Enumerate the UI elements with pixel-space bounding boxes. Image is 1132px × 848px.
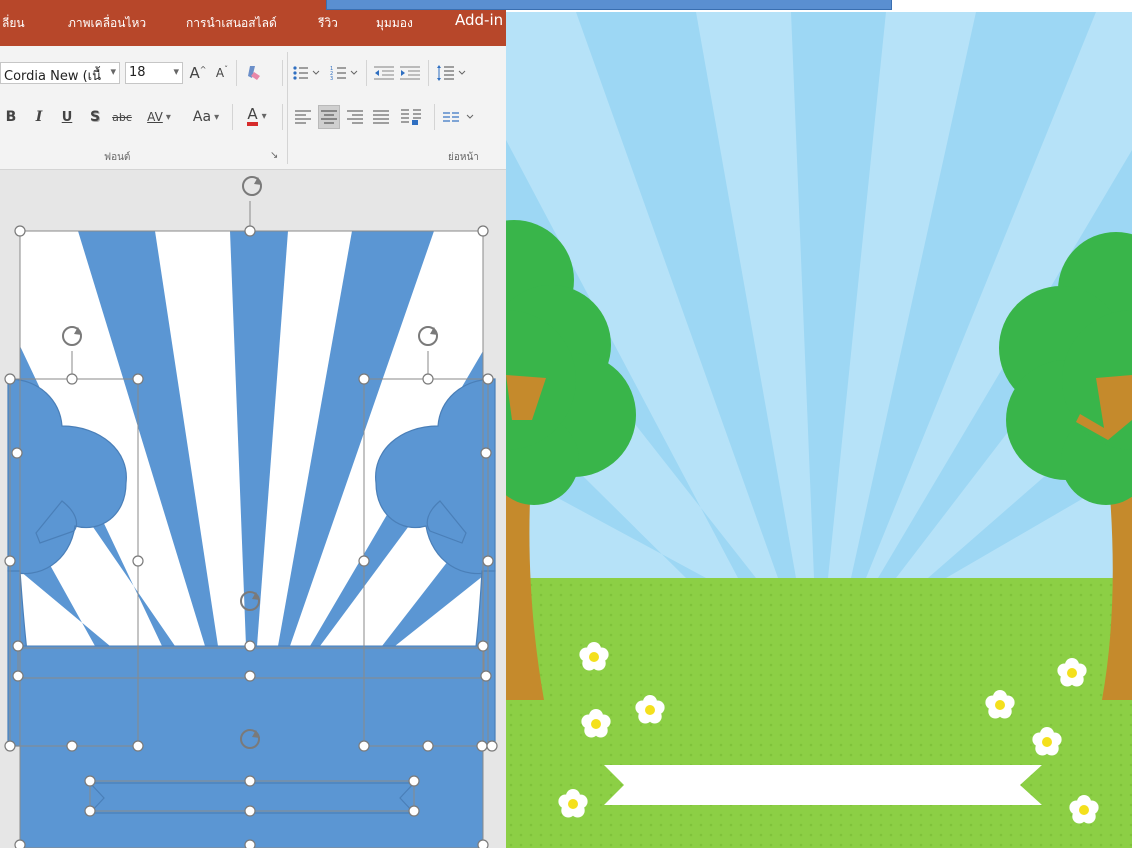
ribbon-separator <box>236 60 237 86</box>
font-group-label: ฟอนต์ <box>104 152 131 163</box>
text-direction-icon <box>443 112 474 122</box>
increase-indent-icon <box>400 66 420 80</box>
increase-indent-button[interactable] <box>398 61 422 85</box>
paragraph-group-label: ย่อหน้า <box>448 152 479 163</box>
shrink-font-button[interactable]: Aˇ <box>213 61 231 85</box>
slide-canvas[interactable] <box>0 171 506 848</box>
align-center-button[interactable] <box>318 105 340 129</box>
change-case-button[interactable]: Aa ▾ <box>184 105 228 129</box>
decrease-indent-icon <box>374 66 394 80</box>
top-selection-bar <box>326 0 892 10</box>
font-color-button[interactable]: A ▾ <box>238 104 276 128</box>
ribbon-separator <box>282 60 283 86</box>
chevron-down-icon: ▾ <box>173 65 179 78</box>
font-size-combo[interactable]: 18 ▾ <box>125 62 183 84</box>
line-spacing-icon <box>437 65 466 81</box>
group-separator <box>287 52 288 164</box>
text-direction-button[interactable] <box>440 105 480 129</box>
tab-review[interactable]: รีวิว <box>318 14 338 33</box>
underline-button[interactable]: U <box>58 105 76 129</box>
ribbon-separator <box>282 104 283 130</box>
finished-scene <box>506 0 1132 848</box>
font-size-value: 18 <box>129 65 146 80</box>
clear-formatting-button[interactable] <box>242 61 266 85</box>
powerpoint-editor: ลี่ยน ภาพเคลื่อนไหว การนำเสนอสไลด์ รีวิว… <box>0 0 506 848</box>
grow-font-button[interactable]: A ^ <box>188 61 208 85</box>
align-left-icon <box>295 110 311 124</box>
chevron-down-icon: ▾ <box>110 65 116 78</box>
slide-shapes <box>0 171 506 848</box>
align-center-icon <box>321 110 337 124</box>
caret-down-icon: ˇ <box>224 64 229 74</box>
font-name-combo[interactable]: Cordia New (เนื้ ▾ <box>0 62 120 84</box>
ribbon-separator <box>428 60 429 86</box>
decrease-indent-button[interactable] <box>372 61 396 85</box>
columns-icon <box>401 109 421 125</box>
tab-view[interactable]: มุมมอง <box>376 14 413 33</box>
tab-animations[interactable]: ภาพเคลื่อนไหว <box>68 14 146 33</box>
caret-up-icon: ^ <box>199 64 207 74</box>
banner <box>604 765 1042 805</box>
chevron-down-icon: ▾ <box>261 110 267 122</box>
columns-button[interactable] <box>396 105 426 129</box>
shadow-button[interactable]: S <box>86 105 104 129</box>
strikethrough-button[interactable]: abc <box>108 105 136 129</box>
align-right-button[interactable] <box>344 105 366 129</box>
line-spacing-button[interactable] <box>434 61 470 85</box>
change-case-label: Aa <box>192 109 212 125</box>
svg-text:3: 3 <box>330 76 333 81</box>
chevron-down-icon: ▾ <box>165 111 171 123</box>
ribbon-separator <box>434 104 435 130</box>
scene-illustration <box>506 0 1132 848</box>
font-color-label: A <box>247 106 258 126</box>
italic-button[interactable]: I <box>30 105 48 129</box>
align-left-button[interactable] <box>292 105 314 129</box>
character-spacing-label: AV <box>147 110 163 124</box>
align-right-icon <box>347 110 363 124</box>
character-spacing-button[interactable]: AV ▾ <box>140 105 178 129</box>
clear-formatting-icon <box>248 66 260 80</box>
justify-button[interactable] <box>370 105 392 129</box>
bullets-button[interactable] <box>290 61 324 85</box>
tab-add-in[interactable]: Add-in <box>455 11 503 29</box>
chevron-down-icon: ▾ <box>214 111 220 123</box>
justify-icon <box>373 110 389 124</box>
bold-button[interactable]: B <box>2 105 20 129</box>
tab-slide-show[interactable]: การนำเสนอสไลด์ <box>186 14 277 33</box>
screenshot-root: ลี่ยน ภาพเคลื่อนไหว การนำเสนอสไลด์ รีวิว… <box>0 0 1132 848</box>
ribbon-separator <box>366 60 367 86</box>
ribbon-separator <box>232 104 233 130</box>
font-dialog-launcher[interactable]: ↘ <box>270 150 278 161</box>
numbering-icon: 123 <box>330 66 358 81</box>
tab-transitions[interactable]: ลี่ยน <box>2 14 25 33</box>
bullets-icon <box>293 66 320 80</box>
font-name-value: Cordia New (เนื้ <box>4 69 101 84</box>
numbering-button[interactable]: 123 <box>328 61 362 85</box>
ribbon-panel: Cordia New (เนื้ ▾ 18 ▾ A ^ Aˇ 123 B I U… <box>0 46 506 170</box>
shrink-font-label: A <box>215 66 225 80</box>
grow-font-label: A <box>189 64 200 82</box>
